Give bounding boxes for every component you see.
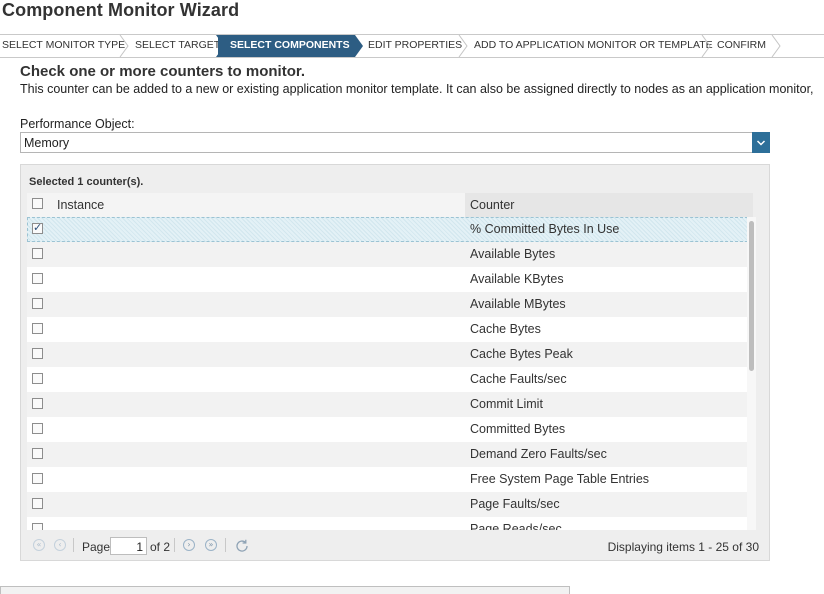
display-info: Displaying items 1 - 25 of 30	[607, 540, 759, 554]
pager-divider	[225, 538, 226, 552]
table-row[interactable]: Demand Zero Faults/sec	[27, 442, 748, 467]
prev-page-icon[interactable]: ‹	[54, 539, 66, 551]
table-row[interactable]: Available Bytes	[27, 242, 748, 267]
page-description: This counter can be added to a new or ex…	[20, 82, 814, 96]
table-row[interactable]: Committed Bytes	[27, 417, 748, 442]
table-row[interactable]: Available MBytes	[27, 292, 748, 317]
row-checkbox[interactable]	[32, 298, 43, 309]
row-checkbox[interactable]	[32, 448, 43, 459]
table-row[interactable]: Cache Faults/sec	[27, 367, 748, 392]
row-checkbox[interactable]	[32, 323, 43, 334]
grid-scrollbar[interactable]	[747, 217, 756, 530]
row-checkbox[interactable]	[32, 273, 43, 284]
pager-divider	[73, 538, 74, 552]
selected-count: Selected 1 counter(s).	[29, 176, 144, 188]
counter-name: Commit Limit	[470, 397, 543, 411]
row-checkbox[interactable]	[32, 398, 43, 409]
window-title: Component Monitor Wizard	[2, 0, 240, 20]
page-label: Page	[82, 540, 111, 554]
table-row[interactable]: Commit Limit	[27, 392, 748, 417]
counter-name: Page Faults/sec	[470, 497, 560, 511]
page-number-input[interactable]	[110, 537, 147, 555]
counter-name: Available Bytes	[470, 247, 556, 261]
counter-name: Committed Bytes	[470, 422, 566, 436]
counter-name: Cache Faults/sec	[470, 372, 567, 386]
performance-object-select[interactable]: Memory	[20, 132, 770, 153]
table-row[interactable]: Free System Page Table Entries	[27, 467, 748, 492]
grid-pager: « ‹ Page of 2 › » Displaying items 1 - 2…	[21, 533, 769, 561]
counter-name: Page Reads/sec	[470, 522, 562, 530]
row-checkbox[interactable]	[32, 423, 43, 434]
page-heading: Check one or more counters to monitor.	[20, 63, 306, 80]
wizard-steps: SELECT MONITOR TYPE SELECT TARGET SELECT C…	[0, 34, 824, 58]
column-header-instance[interactable]: Instance	[57, 198, 104, 212]
refresh-icon[interactable]	[234, 538, 250, 554]
table-row[interactable]: Page Reads/sec	[27, 517, 748, 530]
table-row[interactable]: Cache Bytes Peak	[27, 342, 748, 367]
step-edit-properties[interactable]: EDIT PROPERTIES	[356, 35, 462, 57]
row-checkbox[interactable]	[32, 498, 43, 509]
scrollbar-thumb[interactable]	[749, 221, 754, 371]
counter-name: Cache Bytes	[470, 322, 541, 336]
row-checkbox[interactable]	[32, 248, 43, 259]
performance-object-label: Performance Object:	[20, 117, 135, 131]
row-checkbox[interactable]	[32, 523, 43, 530]
column-header-counter: Counter	[470, 198, 515, 212]
row-checkbox[interactable]	[32, 348, 43, 359]
pager-divider	[174, 538, 175, 552]
next-page-icon[interactable]: ›	[183, 539, 195, 551]
row-checkbox[interactable]	[32, 221, 43, 234]
first-page-icon[interactable]: «	[33, 539, 45, 551]
step-select-components[interactable]: SELECT COMPONENTS	[218, 35, 355, 57]
counter-name: Available KBytes	[470, 272, 564, 286]
table-row[interactable]: Page Faults/sec	[27, 492, 748, 517]
counter-name: % Committed Bytes In Use	[470, 222, 620, 236]
table-row[interactable]: % Committed Bytes In Use	[27, 217, 748, 242]
grid-header: Instance Counter	[27, 193, 753, 217]
step-separator-icon	[771, 35, 781, 57]
counter-name: Demand Zero Faults/sec	[470, 447, 607, 461]
select-all-checkbox[interactable]	[32, 198, 43, 209]
step-select-monitor-type[interactable]: SELECT MONITOR TYPE	[0, 35, 125, 57]
step-add-to-application-monitor-or-template[interactable]: ADD TO APPLICATION MONITOR OR TEMPLATE	[462, 35, 713, 57]
last-page-icon[interactable]: »	[205, 539, 217, 551]
step-select-target[interactable]: SELECT TARGET	[123, 35, 220, 57]
grid-rows: % Committed Bytes In Use Available Bytes A…	[27, 217, 753, 530]
row-checkbox[interactable]	[32, 373, 43, 384]
page-count: of 2	[150, 540, 171, 554]
step-confirm[interactable]: CONFIRM	[705, 35, 773, 57]
counter-name: Available MBytes	[470, 297, 566, 311]
dropdown-toggle-button[interactable]	[752, 132, 770, 153]
counter-name: Free System Page Table Entries	[470, 472, 650, 486]
column-header-counter-cell[interactable]: Counter	[465, 193, 753, 217]
counter-grid: Instance Counter % Committed Bytes In Us…	[27, 193, 753, 530]
table-row[interactable]: Available KBytes	[27, 267, 748, 292]
row-checkbox[interactable]	[32, 473, 43, 484]
table-row[interactable]: Cache Bytes	[27, 317, 748, 342]
performance-object-value: Memory	[24, 136, 70, 150]
chevron-down-icon	[756, 139, 766, 146]
counter-grid-panel: Selected 1 counter(s). Instance Counter …	[20, 164, 770, 561]
status-bar	[0, 586, 570, 594]
counter-name: Cache Bytes Peak	[470, 347, 573, 361]
